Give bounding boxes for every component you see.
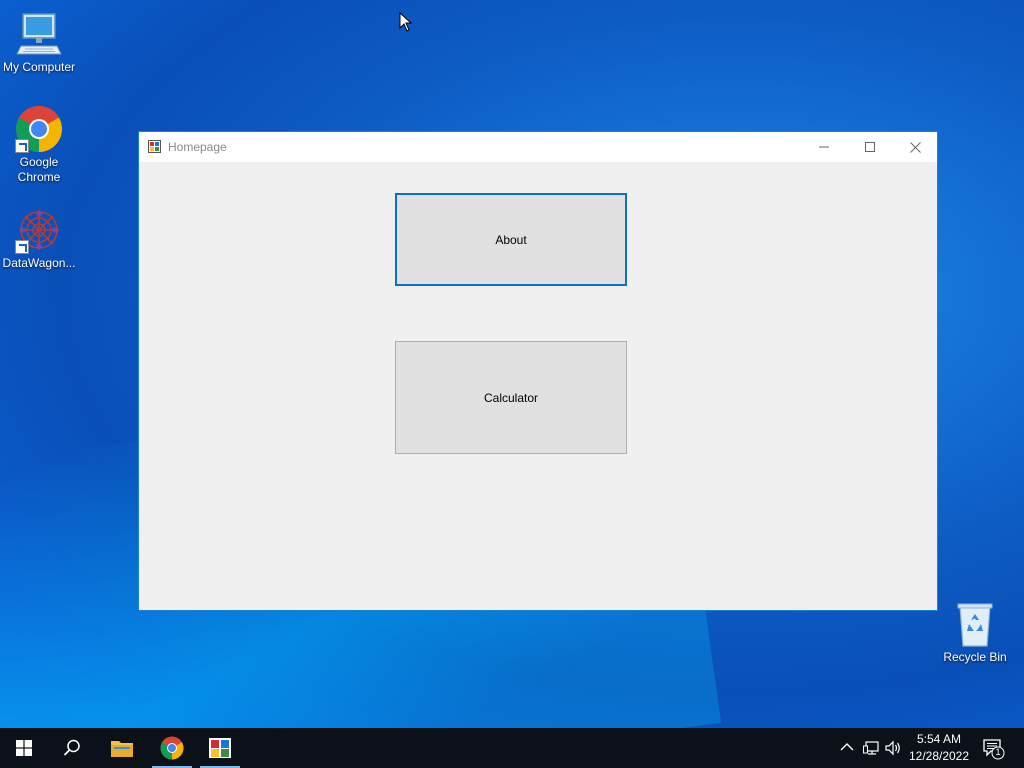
notification-icon: [983, 739, 1005, 760]
maximize-button[interactable]: [847, 132, 893, 162]
search-button[interactable]: [50, 728, 94, 768]
desktop: My Computer Google Chrome DataWagon... R…: [0, 0, 1024, 728]
homepage-window: Homepage About Calculator: [138, 131, 938, 611]
datawagon-icon: [15, 206, 63, 254]
chevron-up-icon: [840, 743, 854, 751]
network-button[interactable]: [863, 740, 879, 761]
close-icon: [909, 141, 921, 153]
about-button[interactable]: About: [395, 193, 627, 286]
clock-time: 5:54 AM: [916, 732, 962, 746]
desktop-icon-label: Recycle Bin: [943, 650, 1007, 664]
maximize-icon: [865, 142, 875, 152]
notification-count-badge: 1: [995, 747, 1001, 757]
chrome-icon: [15, 105, 63, 153]
minimize-button[interactable]: [801, 132, 847, 162]
desktop-icon-datawagon[interactable]: DataWagon...: [0, 206, 78, 271]
speaker-icon: [885, 740, 900, 756]
shortcut-arrow-icon: [15, 139, 29, 153]
app-window-icon: [148, 140, 161, 153]
desktop-icon-google-chrome[interactable]: Google Chrome: [0, 105, 78, 185]
window-titlebar[interactable]: Homepage: [139, 132, 937, 162]
desktop-icon-recycle-bin[interactable]: Recycle Bin: [936, 600, 1014, 665]
clock[interactable]: 5:54 AM 12/28/2022: [904, 731, 974, 765]
shortcut-arrow-icon: [15, 240, 29, 254]
taskbar-homepage-app[interactable]: [198, 728, 242, 768]
clock-date: 12/28/2022: [908, 749, 970, 763]
desktop-icon-label: Google Chrome: [17, 155, 61, 184]
chrome-icon: [160, 736, 184, 760]
close-button[interactable]: [892, 132, 938, 162]
mouse-cursor-icon: [399, 11, 413, 37]
app-window-icon: [209, 738, 231, 758]
desktop-icon-my-computer[interactable]: My Computer: [0, 10, 78, 75]
folder-icon: [111, 741, 133, 757]
window-title: Homepage: [168, 140, 227, 154]
search-icon: [63, 739, 80, 756]
calculator-button[interactable]: Calculator: [395, 341, 627, 454]
taskbar-file-explorer[interactable]: [100, 728, 144, 768]
recycle-bin-icon: [951, 600, 999, 648]
action-center-button[interactable]: 1: [983, 738, 1005, 765]
desktop-icon-label: DataWagon...: [2, 256, 76, 270]
windows-logo-icon: [16, 740, 32, 756]
minimize-icon: [819, 146, 829, 148]
volume-button[interactable]: [885, 740, 901, 761]
taskbar-google-chrome[interactable]: [150, 728, 194, 768]
taskbar: 5:54 AM 12/28/2022 1: [0, 728, 1024, 768]
show-hidden-icons-button[interactable]: [840, 740, 854, 759]
desktop-icon-label: My Computer: [2, 60, 76, 74]
computer-icon: [15, 10, 63, 58]
start-button[interactable]: [2, 728, 46, 768]
network-icon: [863, 741, 879, 755]
